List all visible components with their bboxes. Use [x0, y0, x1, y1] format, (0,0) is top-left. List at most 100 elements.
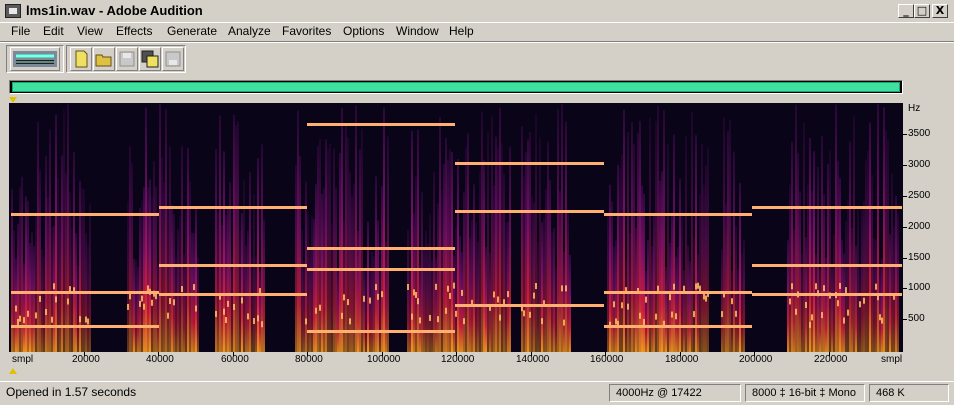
- spectral-streak: [71, 227, 73, 352]
- spectral-streak: [135, 260, 137, 352]
- spectral-streak: [41, 248, 43, 352]
- menu-effects[interactable]: Effects: [116, 24, 152, 38]
- freq-tick: [903, 319, 907, 320]
- spectral-streak: [683, 270, 685, 352]
- time-tick-label: 160000: [590, 354, 624, 365]
- spectral-streak: [505, 222, 507, 352]
- freq-unit-label: Hz: [908, 103, 921, 114]
- spectral-streak: [477, 241, 479, 352]
- app-icon[interactable]: [5, 4, 21, 18]
- cursor-position: 4000Hz @ 17422: [609, 384, 741, 402]
- formant-blob: [695, 283, 697, 290]
- spectral-streak: [359, 149, 361, 352]
- formant-blob: [341, 312, 343, 319]
- save-button[interactable]: [116, 47, 138, 71]
- spectral-streak: [701, 143, 703, 352]
- spectral-streak: [191, 232, 193, 352]
- menu-window[interactable]: Window: [396, 24, 439, 38]
- time-tick-label: 140000: [516, 354, 550, 365]
- freq-tick-label: 2500: [908, 190, 931, 201]
- waveform-overview[interactable]: [12, 82, 900, 92]
- spectral-streak: [743, 239, 745, 352]
- spectral-streak: [625, 260, 627, 352]
- spectral-streak: [651, 245, 653, 352]
- title-bar[interactable]: lms1in.wav - Adobe Audition _ □ X: [0, 0, 954, 23]
- spectral-streak: [491, 115, 493, 352]
- spectral-streak: [223, 151, 225, 352]
- spectral-streak: [51, 227, 53, 352]
- spectral-streak: [691, 112, 693, 352]
- save-icon: [119, 51, 135, 67]
- menu-edit[interactable]: Edit: [43, 24, 64, 38]
- spectral-streak: [811, 190, 813, 352]
- formant-blob: [419, 317, 421, 324]
- formant-blob: [429, 314, 431, 321]
- close-button[interactable]: X: [932, 4, 948, 18]
- start-marker-bottom[interactable]: [9, 368, 17, 374]
- time-axis: smpl 20000 40000 60000 80000 100000 1200…: [9, 352, 947, 368]
- spectral-streak: [409, 271, 411, 352]
- formant-blob: [23, 317, 25, 324]
- spectral-streak: [845, 220, 847, 352]
- maximize-button[interactable]: □: [914, 4, 930, 18]
- time-tick-label: 20000: [72, 354, 100, 365]
- menu-options[interactable]: Options: [343, 24, 384, 38]
- new-file-button[interactable]: [70, 47, 92, 71]
- spectral-streak: [637, 132, 639, 352]
- harmonic-line: [752, 293, 902, 296]
- formant-blob: [381, 291, 383, 298]
- formant-blob: [669, 294, 671, 301]
- formant-blob: [529, 311, 531, 318]
- formant-blob: [85, 316, 87, 323]
- open-folder-button[interactable]: [93, 47, 115, 71]
- formant-blob: [343, 294, 345, 301]
- harmonic-line: [307, 247, 455, 250]
- harmonic-line: [307, 123, 455, 126]
- spectral-streak: [67, 103, 69, 353]
- spectral-streak: [23, 263, 25, 352]
- spectral-streak: [141, 200, 143, 352]
- spectral-streak: [489, 252, 491, 352]
- spectral-streak: [127, 201, 129, 352]
- spectral-streak: [421, 192, 423, 352]
- spectral-streak: [431, 260, 433, 352]
- formant-blob: [67, 298, 69, 305]
- menu-view[interactable]: View: [77, 24, 103, 38]
- sample-format[interactable]: 8000 ‡ 16-bit ‡ Mono: [745, 384, 865, 402]
- multitrack-view-button[interactable]: [10, 47, 60, 71]
- spectral-streak: [677, 247, 679, 352]
- menu-analyze[interactable]: Analyze: [228, 24, 271, 38]
- menu-file[interactable]: File: [11, 24, 30, 38]
- spectral-streak: [827, 163, 829, 352]
- spectral-streak: [843, 253, 845, 352]
- save-all-button[interactable]: [139, 47, 161, 71]
- formant-blob: [455, 310, 457, 317]
- menu-generate[interactable]: Generate: [167, 24, 217, 38]
- save-as-button[interactable]: [162, 47, 184, 71]
- formant-blob: [87, 318, 89, 325]
- spectral-streak: [681, 210, 683, 352]
- spectral-streak: [787, 240, 789, 352]
- spectral-streak: [337, 269, 339, 352]
- spectral-streak: [479, 171, 481, 352]
- minimize-button[interactable]: _: [898, 4, 914, 18]
- formant-blob: [805, 302, 807, 309]
- formant-blob: [789, 298, 791, 305]
- spectral-streak: [509, 146, 511, 352]
- formant-blob: [463, 318, 465, 325]
- formant-blob: [507, 291, 509, 298]
- formant-blob: [613, 301, 615, 308]
- formant-blob: [167, 312, 169, 319]
- formant-blob: [735, 310, 737, 317]
- spectral-streak: [173, 213, 175, 352]
- formant-blob: [795, 308, 797, 315]
- spectral-view[interactable]: [9, 103, 905, 353]
- spectral-streak: [865, 159, 867, 352]
- spectral-streak: [187, 148, 189, 352]
- freq-tick-label: 2000: [908, 221, 931, 232]
- menu-favorites[interactable]: Favorites: [282, 24, 331, 38]
- spectral-streak: [325, 139, 327, 352]
- menu-help[interactable]: Help: [449, 24, 474, 38]
- spectral-streak: [721, 248, 723, 352]
- window-title: lms1in.wav - Adobe Audition: [26, 3, 203, 18]
